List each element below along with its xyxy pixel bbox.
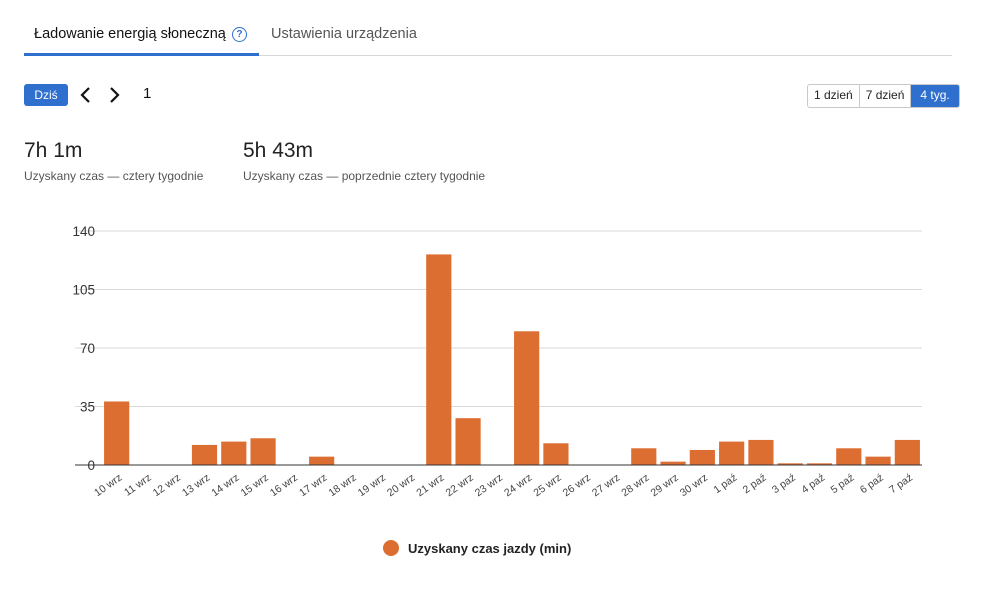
tab-device-settings-label: Ustawienia urządzenia xyxy=(271,26,417,42)
bar xyxy=(660,461,686,465)
chevron-left-icon[interactable] xyxy=(78,85,94,105)
bar xyxy=(543,443,569,465)
y-tick-label: 140 xyxy=(72,224,95,239)
stat-previous-value: 5h 43m xyxy=(243,139,314,162)
y-tick-label: 105 xyxy=(72,283,95,298)
question-circle-icon[interactable]: ? xyxy=(231,27,247,42)
y-tick-label: 35 xyxy=(80,400,95,415)
x-tick-label: 23 wrz xyxy=(473,472,505,500)
x-tick-label: 27 wrz xyxy=(590,472,622,500)
chart-legend: Uzyskany czas jazdy (min) xyxy=(383,540,571,556)
bar xyxy=(719,441,745,465)
x-tick-label: 24 wrz xyxy=(502,472,534,500)
stat-current-value: 7h 1m xyxy=(24,139,83,162)
tab-solar-charging-label: Ładowanie energią słoneczną xyxy=(34,26,226,42)
x-tick-label: 15 wrz xyxy=(239,472,271,500)
bar-chart: 0357010514010 wrz11 wrz12 wrz13 wrz14 wr… xyxy=(72,224,922,500)
bar xyxy=(514,331,540,465)
x-tick-label: 3 paź xyxy=(770,472,798,497)
page-number: 1 xyxy=(143,85,152,102)
x-tick-label: 7 paź xyxy=(887,472,915,497)
x-tick-label: 22 wrz xyxy=(444,472,476,500)
x-tick-label: 1 paź xyxy=(711,472,739,497)
x-tick-label: 5 paź xyxy=(829,472,857,497)
bar xyxy=(309,456,335,465)
range-4-weeks[interactable]: 4 tyg. xyxy=(911,85,959,107)
bar xyxy=(865,456,891,465)
bar xyxy=(689,449,715,465)
tab-device-settings[interactable]: Ustawienia urządzenia xyxy=(271,26,417,42)
bar xyxy=(455,418,481,465)
bar xyxy=(221,441,247,465)
active-tab-indicator xyxy=(24,53,259,56)
range-selector: 1 dzień 7 dzień 4 tyg. xyxy=(807,84,960,108)
legend-label: Uzyskany czas jazdy (min) xyxy=(408,540,572,556)
stat-previous-label: Uzyskany czas — poprzednie cztery tygodn… xyxy=(243,169,486,183)
range-1-day[interactable]: 1 dzień xyxy=(808,85,860,107)
tab-bar: Ładowanie energią słoneczną? Ustawienia … xyxy=(24,18,952,56)
bar xyxy=(631,448,657,465)
x-tick-label: 20 wrz xyxy=(385,472,417,500)
x-tick-label: 10 wrz xyxy=(92,472,124,500)
x-tick-label: 28 wrz xyxy=(619,472,651,500)
x-tick-label: 30 wrz xyxy=(678,472,710,500)
x-tick-label: 11 wrz xyxy=(122,472,154,499)
range-7-days[interactable]: 7 dzień xyxy=(860,85,912,107)
y-tick-label: 70 xyxy=(80,341,95,356)
x-tick-label: 14 wrz xyxy=(209,472,241,500)
tab-solar-charging[interactable]: Ładowanie energią słoneczną? xyxy=(34,26,247,42)
bar xyxy=(894,439,920,465)
bar xyxy=(191,444,218,465)
x-tick-label: 21 wrz xyxy=(414,472,446,500)
bar xyxy=(836,448,862,465)
bar xyxy=(426,254,452,465)
x-tick-label: 12 wrz xyxy=(151,472,183,500)
x-tick-label: 16 wrz xyxy=(268,472,300,500)
x-tick-label: 17 wrz xyxy=(297,472,329,500)
x-tick-label: 26 wrz xyxy=(561,472,593,500)
x-tick-label: 25 wrz xyxy=(531,472,563,500)
today-button[interactable]: Dziś xyxy=(24,84,68,106)
legend-swatch xyxy=(383,540,399,556)
bar xyxy=(250,438,276,465)
x-tick-label: 19 wrz xyxy=(356,472,388,500)
x-tick-label: 13 wrz xyxy=(180,472,212,500)
x-tick-label: 6 paź xyxy=(858,472,886,497)
bar xyxy=(104,401,130,465)
stat-current-label: Uzyskany czas — cztery tygodnie xyxy=(24,169,204,183)
bar xyxy=(748,439,774,465)
x-tick-label: 4 paź xyxy=(799,472,827,497)
chevron-right-icon[interactable] xyxy=(106,85,122,105)
x-tick-label: 18 wrz xyxy=(326,472,358,500)
x-tick-label: 2 paź xyxy=(741,472,769,497)
x-tick-label: 29 wrz xyxy=(649,472,681,500)
